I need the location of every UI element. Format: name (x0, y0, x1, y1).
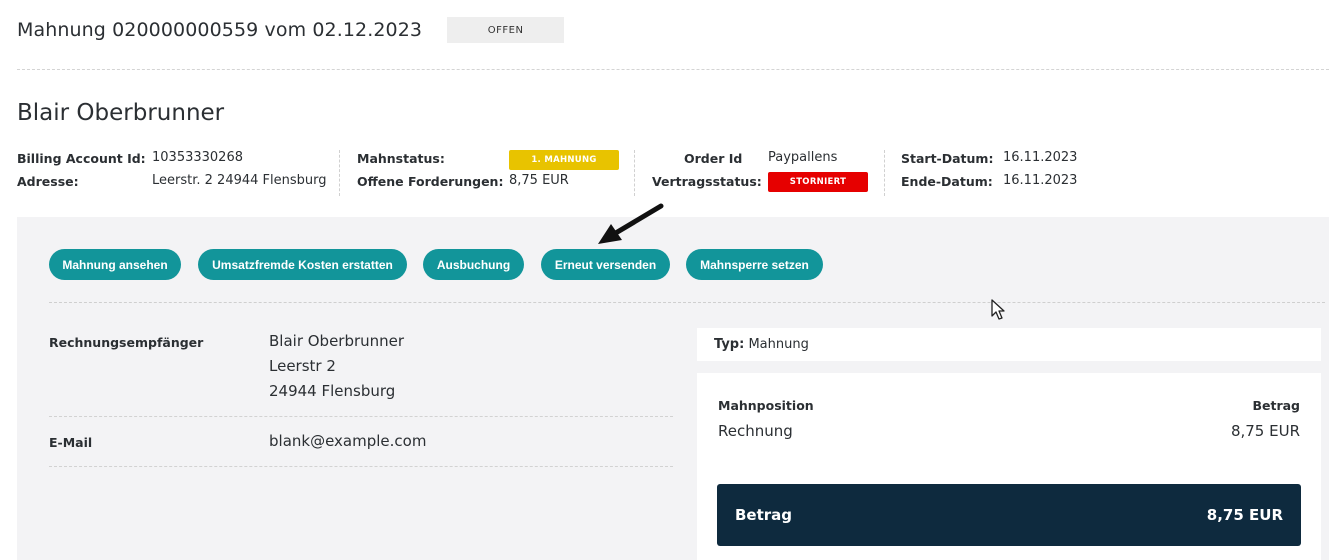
divider (17, 69, 1329, 70)
mouse-cursor-icon (991, 299, 1005, 320)
recipient-street: Leerstr 2 (269, 357, 336, 375)
divider (49, 302, 1325, 303)
mahnstatus-badge: 1. MAHNUNG (509, 150, 619, 170)
end-date-label: Ende-Datum: (901, 174, 993, 189)
amount-column-header: Betrag (1252, 398, 1300, 413)
divider (884, 150, 885, 196)
divider (49, 416, 673, 417)
dunning-block-button[interactable]: Mahnsperre setzen (686, 249, 823, 280)
recipient-name: Blair Oberbrunner (269, 332, 405, 350)
date-info-block: Start-Datum: 16.11.2023 Ende-Datum: 16.1… (901, 150, 1101, 196)
page-header: Mahnung 020000000559 vom 02.12.2023 OFFE… (17, 17, 565, 43)
mahnstatus-info-block: Mahnstatus: 1. MAHNUNG Offene Forderunge… (357, 150, 627, 196)
total-value: 8,75 EUR (1206, 506, 1283, 524)
customer-name: Blair Oberbrunner (17, 100, 225, 126)
position-column-header: Mahnposition (718, 398, 814, 413)
detail-panel: Mahnung ansehen Umsatzfremde Kosten erst… (17, 217, 1329, 560)
order-info-block: Order Id Paypallens Vertragsstatus: STOR… (647, 150, 887, 196)
start-date-label: Start-Datum: (901, 151, 994, 166)
vertragsstatus-label: Vertragsstatus: (652, 174, 762, 189)
position-row-name: Rechnung (718, 422, 793, 440)
view-dunning-button[interactable]: Mahnung ansehen (49, 249, 181, 280)
billing-account-value: 10353330268 (152, 150, 243, 165)
address-label: Adresse: (17, 174, 79, 189)
type-value: Mahnung (748, 337, 809, 352)
order-id-value: Paypallens (768, 150, 838, 165)
status-badge: OFFEN (447, 17, 565, 43)
billing-account-label: Billing Account Id: (17, 151, 146, 166)
recipient-label: Rechnungsempfänger (49, 335, 204, 350)
total-label: Betrag (735, 506, 793, 524)
mahnstatus-label: Mahnstatus: (357, 151, 445, 166)
email-label: E-Mail (49, 435, 93, 450)
order-id-label: Order Id (684, 151, 743, 166)
annotation-arrow-icon (598, 203, 664, 244)
write-off-button[interactable]: Ausbuchung (423, 249, 524, 280)
page-title: Mahnung 020000000559 vom 02.12.2023 (17, 19, 423, 41)
account-info-block: Billing Account Id: 10353330268 Adresse:… (17, 150, 337, 196)
vertragsstatus-badge: STORNIERT (768, 172, 868, 192)
divider (339, 150, 340, 196)
type-box: Typ: Mahnung (697, 328, 1321, 361)
resend-button[interactable]: Erneut versenden (541, 249, 670, 280)
email-value: blank@example.com (269, 432, 427, 450)
offene-forderungen-value: 8,75 EUR (509, 173, 569, 188)
offene-forderungen-label: Offene Forderungen: (357, 174, 504, 189)
end-date-value: 16.11.2023 (1003, 173, 1078, 188)
recipient-city: 24944 Flensburg (269, 382, 396, 400)
position-row-amount: 8,75 EUR (1230, 422, 1300, 440)
total-bar: Betrag 8,75 EUR (717, 484, 1301, 546)
divider (49, 466, 673, 467)
type-label: Typ: (714, 337, 745, 352)
start-date-value: 16.11.2023 (1003, 150, 1078, 165)
recipient-address: Blair Oberbrunner Leerstr 2 24944 Flensb… (269, 329, 404, 404)
refund-costs-button[interactable]: Umsatzfremde Kosten erstatten (198, 249, 407, 280)
address-value: Leerstr. 2 24944 Flensburg (152, 173, 327, 188)
positions-box: Mahnposition Betrag Rechnung 8,75 EUR Be… (697, 373, 1321, 560)
divider (634, 150, 635, 196)
